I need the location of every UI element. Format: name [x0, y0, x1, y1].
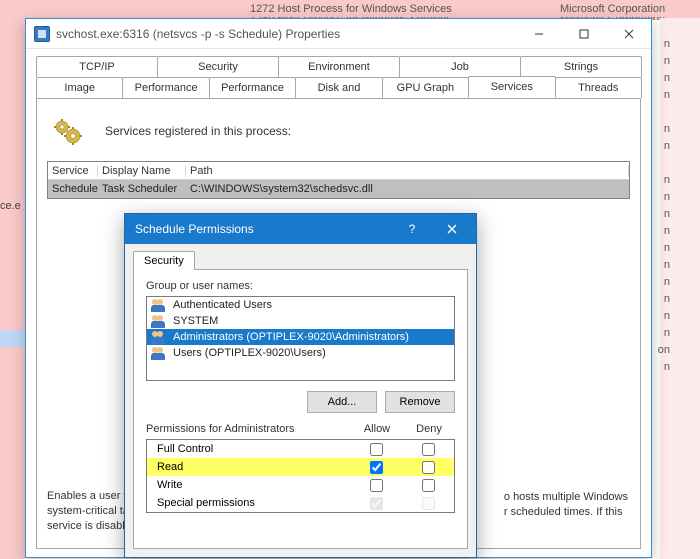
permissions-dialog: Schedule Permissions ? Security Group or… — [124, 213, 477, 558]
bg-clipped-text: ce.e — [0, 200, 21, 212]
permissions-table: Full Control Read Write Special permissions — [146, 439, 455, 513]
deny-checkbox[interactable] — [422, 461, 435, 474]
user-label: Users (OPTIPLEX-9020\Users) — [173, 347, 326, 359]
bg-clip-char: n — [664, 123, 670, 135]
bg-clip-char: n — [664, 140, 670, 152]
tab-tcp-ip[interactable]: TCP/IP — [36, 56, 158, 77]
bg-right-column: nnnnnnnnnnnnnnnnonn — [660, 18, 700, 559]
bg-clip-char: n — [664, 310, 670, 322]
window-title: svchost.exe:6316 (netsvcs -p -s Schedule… — [56, 27, 516, 41]
tab-services[interactable]: Services — [468, 76, 555, 98]
perm-label: Write — [157, 479, 350, 491]
bg-clip-char: on — [658, 344, 670, 356]
perm-label: Read — [157, 461, 350, 473]
close-button[interactable] — [432, 214, 472, 244]
users-icon — [151, 330, 169, 344]
bg-clip-char: n — [664, 55, 670, 67]
services-heading: Services registered in this process: — [51, 115, 630, 147]
minimize-button[interactable] — [516, 19, 561, 49]
group-label: Group or user names: — [146, 280, 455, 292]
bg-clip-char: n — [664, 225, 670, 237]
deny-checkbox[interactable] — [422, 443, 435, 456]
bg-clip-char: n — [664, 361, 670, 373]
allow-checkbox — [370, 497, 383, 510]
bg-clip-char: n — [664, 293, 670, 305]
col-display[interactable]: Display Name — [98, 165, 186, 177]
bg-row: 1272 Host Process for Windows ServicesMi… — [0, 0, 700, 17]
tab-performance-graph[interactable]: Performance Graph — [209, 77, 296, 98]
maximize-button[interactable] — [561, 19, 606, 49]
allow-checkbox[interactable] — [370, 461, 383, 474]
tab-threads[interactable]: Threads — [555, 77, 642, 98]
user-item[interactable]: Authenticated Users — [147, 297, 454, 313]
tab-security[interactable]: Security — [157, 56, 279, 77]
user-label: SYSTEM — [173, 315, 218, 327]
bg-clip-char: n — [664, 72, 670, 84]
perm-row: Full Control — [147, 440, 454, 458]
bg-clip-char: n — [664, 38, 670, 50]
perm-label: Special permissions — [157, 497, 350, 509]
permissions-title: Schedule Permissions — [135, 222, 392, 236]
table-header[interactable]: Service Display Name Path — [48, 162, 629, 180]
tab-strip: TCP/IPSecurityEnvironmentJobStrings Imag… — [26, 49, 651, 98]
heading-text: Services registered in this process: — [105, 124, 291, 138]
bg-clip-char: n — [664, 208, 670, 220]
gears-icon — [51, 115, 83, 147]
app-icon — [34, 26, 50, 42]
help-button[interactable]: ? — [392, 214, 432, 244]
allow-header: Allow — [351, 423, 403, 435]
tab-job[interactable]: Job — [399, 56, 521, 77]
col-service[interactable]: Service — [48, 165, 98, 177]
allow-checkbox[interactable] — [370, 479, 383, 492]
permissions-titlebar[interactable]: Schedule Permissions ? — [125, 214, 476, 244]
perm-label: Full Control — [157, 443, 350, 455]
security-panel: Group or user names: Authenticated Users… — [133, 269, 468, 549]
tab-disk-and-network[interactable]: Disk and Network — [295, 77, 382, 98]
tab-environment[interactable]: Environment — [278, 56, 400, 77]
bg-clip-char: n — [664, 174, 670, 186]
user-item[interactable]: Users (OPTIPLEX-9020\Users) — [147, 345, 454, 361]
close-button[interactable] — [606, 19, 651, 49]
permissions-for-label: Permissions for Administrators — [146, 423, 351, 435]
remove-button[interactable]: Remove — [385, 391, 455, 413]
users-icon — [151, 346, 169, 360]
user-list[interactable]: Authenticated Users SYSTEM Administrators … — [146, 296, 455, 381]
bg-clip-char: n — [664, 191, 670, 203]
bg-clip-char: n — [664, 89, 670, 101]
col-path[interactable]: Path — [186, 165, 629, 177]
user-item[interactable]: Administrators (OPTIPLEX-9020\Administra… — [147, 329, 454, 345]
add-button[interactable]: Add... — [307, 391, 377, 413]
bg-clip-char: n — [664, 242, 670, 254]
tab-security[interactable]: Security — [133, 251, 195, 270]
services-table[interactable]: Service Display Name Path Schedule Task … — [47, 161, 630, 199]
tab-gpu-graph[interactable]: GPU Graph — [382, 77, 469, 98]
bg-selected-row — [0, 330, 25, 347]
table-row[interactable]: Schedule Task Scheduler C:\WINDOWS\syste… — [48, 180, 629, 198]
perm-row: Read — [147, 458, 454, 476]
users-icon — [151, 298, 169, 312]
user-label: Authenticated Users — [173, 299, 272, 311]
allow-checkbox[interactable] — [370, 443, 383, 456]
user-item[interactable]: SYSTEM — [147, 313, 454, 329]
service-description-right: o hosts multiple Windows r scheduled tim… — [504, 490, 628, 520]
deny-header: Deny — [403, 423, 455, 435]
titlebar[interactable]: svchost.exe:6316 (netsvcs -p -s Schedule… — [26, 19, 651, 49]
bg-pink-stripe — [0, 18, 25, 559]
deny-checkbox[interactable] — [422, 479, 435, 492]
deny-checkbox — [422, 497, 435, 510]
user-label: Administrators (OPTIPLEX-9020\Administra… — [173, 331, 409, 343]
bg-clip-char: n — [664, 276, 670, 288]
bg-clip-char: n — [664, 259, 670, 271]
perm-row: Write — [147, 476, 454, 494]
users-icon — [151, 314, 169, 328]
bg-clip-char: n — [664, 327, 670, 339]
tab-performance[interactable]: Performance — [122, 77, 209, 98]
tab-strings[interactable]: Strings — [520, 56, 642, 77]
perm-row: Special permissions — [147, 494, 454, 512]
background-process-list: 1272 Host Process for Windows ServicesMi… — [0, 0, 700, 20]
tab-image[interactable]: Image — [36, 77, 123, 98]
